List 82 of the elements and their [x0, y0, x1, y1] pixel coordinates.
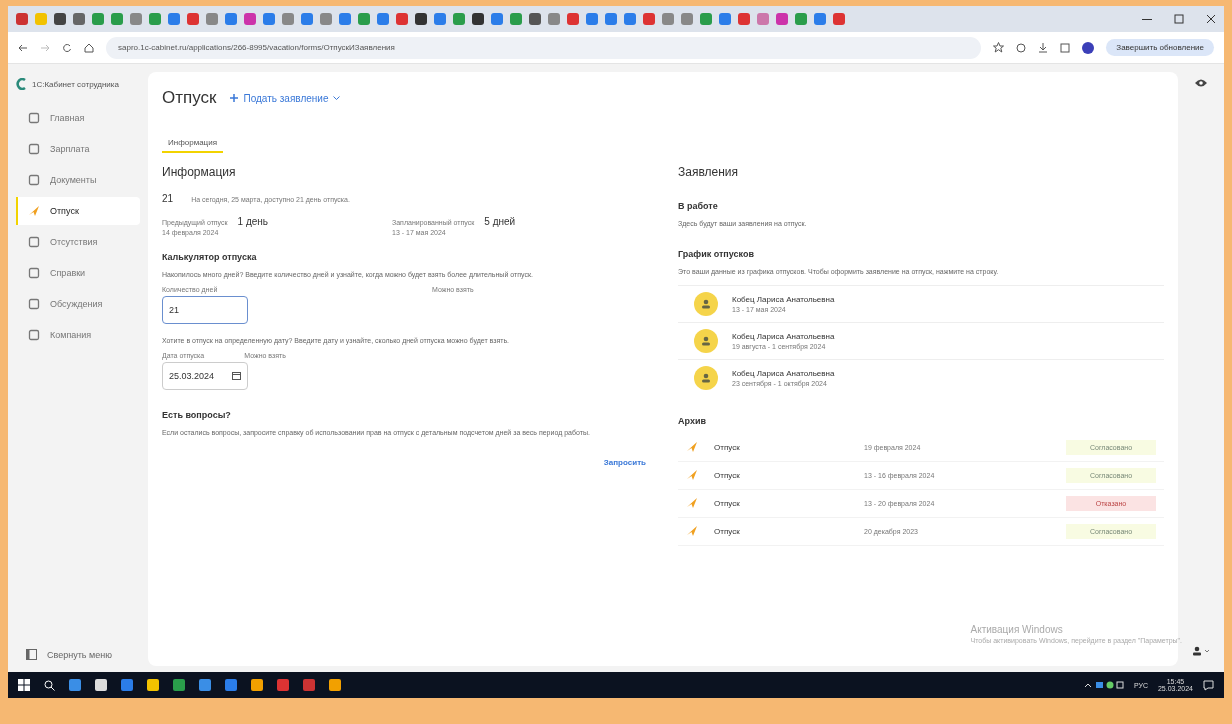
address-field[interactable]: sapro.1c-cabinet.ru/applications/266-8995/vacation/forms/ОтпускИЗаявления [106, 36, 982, 59]
request-button[interactable]: Запросить [597, 457, 652, 469]
taskbar-app[interactable] [147, 679, 159, 691]
plus-icon [230, 94, 239, 102]
vacation-value: 1 день [237, 216, 269, 227]
taskbar-app[interactable] [303, 679, 315, 691]
calendar-icon [232, 371, 241, 381]
archive-title-text: Отпуск [714, 526, 741, 536]
vacation-value: 5 дней [484, 216, 516, 227]
back-icon[interactable] [18, 42, 28, 53]
forward-icon[interactable] [40, 42, 50, 53]
notifications-icon[interactable] [1203, 679, 1214, 691]
tab[interactable]: Информация [162, 134, 223, 153]
browser-tab[interactable] [16, 13, 28, 25]
menu-item-icon [28, 174, 40, 186]
user-icon[interactable] [1192, 646, 1210, 656]
search-icon[interactable] [44, 679, 55, 691]
panel-icon [26, 649, 37, 660]
archive-title-text: Отпуск [714, 442, 741, 452]
schedule-title: График отпусков [678, 248, 755, 259]
section-title: Заявления [678, 165, 740, 179]
sidebar-icon[interactable] [1060, 42, 1071, 53]
browser-tab[interactable] [529, 13, 541, 25]
days-count: 21 [162, 193, 174, 204]
sidebar-item[interactable]: Главная [16, 104, 140, 132]
in-work-title: В работе [678, 201, 719, 211]
sidebar-item[interactable]: Справки [16, 259, 140, 287]
sidebar-item[interactable]: Документы [16, 166, 140, 194]
logo-icon [16, 78, 26, 90]
tray-icons[interactable] [1083, 679, 1124, 691]
sidebar-item[interactable]: Зарплата [16, 135, 140, 163]
browser-tab[interactable] [73, 13, 85, 25]
maximize-icon[interactable] [1174, 14, 1184, 24]
activation-title: Активация Windows [970, 624, 1064, 635]
section-title: Информация [162, 165, 237, 179]
menu-item-icon [28, 329, 40, 341]
avatar-icon [694, 291, 718, 316]
archive-title: Архив [678, 415, 707, 426]
menu-item-icon [28, 112, 40, 124]
page-title: Отпуск [162, 88, 217, 108]
date-input[interactable]: 25.03.2024 [162, 361, 248, 390]
eye-icon[interactable] [1194, 78, 1208, 88]
menu-item-icon [28, 236, 40, 248]
sidebar-item[interactable]: Отпуск [16, 197, 140, 225]
calculator-title: Калькулятор отпуска [162, 252, 258, 262]
days-input[interactable]: 21 [162, 295, 248, 324]
archive-title-text: Отпуск [714, 470, 741, 480]
update-button[interactable]: Завершить обновление [1106, 39, 1214, 56]
taskbar-app[interactable] [225, 679, 237, 691]
archive-title-text: Отпуск [714, 498, 741, 508]
taskbar-app[interactable] [251, 679, 263, 691]
reload-icon[interactable] [62, 42, 72, 53]
taskbar-app[interactable] [69, 679, 81, 691]
sidebar-item[interactable]: Компания [16, 321, 140, 349]
menu-item-icon [28, 298, 40, 310]
taskbar-app[interactable] [329, 679, 341, 691]
close-icon[interactable] [1206, 14, 1216, 24]
questions-title: Есть вопросы? [162, 409, 232, 420]
caret-icon [333, 95, 341, 101]
browser-tab[interactable] [54, 13, 66, 25]
taskbar-app[interactable] [121, 679, 133, 691]
submit-request-button[interactable]: Подать заявление [230, 92, 341, 104]
collapse-menu-button[interactable]: Свернуть меню [16, 649, 140, 660]
taskbar-app[interactable] [277, 679, 289, 691]
sidebar-item[interactable]: Обсуждения [16, 290, 140, 318]
windows-start-icon[interactable] [18, 679, 30, 691]
browser-tab[interactable] [472, 13, 484, 25]
taskbar-app[interactable] [95, 679, 107, 691]
star-icon[interactable] [993, 42, 1005, 53]
avatar-icon [694, 328, 718, 353]
menu-item-icon [28, 143, 40, 155]
menu-item-icon [28, 267, 40, 279]
browser-tab[interactable] [415, 13, 427, 25]
logo-text: 1С:Кабинет сотрудника [32, 79, 119, 89]
taskbar-app[interactable] [199, 679, 211, 691]
home-icon[interactable] [84, 42, 94, 53]
avatar-icon [694, 365, 718, 390]
download-icon[interactable] [1038, 42, 1049, 53]
taskbar-app[interactable] [173, 679, 185, 691]
extensions-icon[interactable] [1016, 42, 1027, 53]
sidebar-item[interactable]: Отсутствия [16, 228, 140, 256]
profile-icon[interactable] [1082, 41, 1095, 54]
